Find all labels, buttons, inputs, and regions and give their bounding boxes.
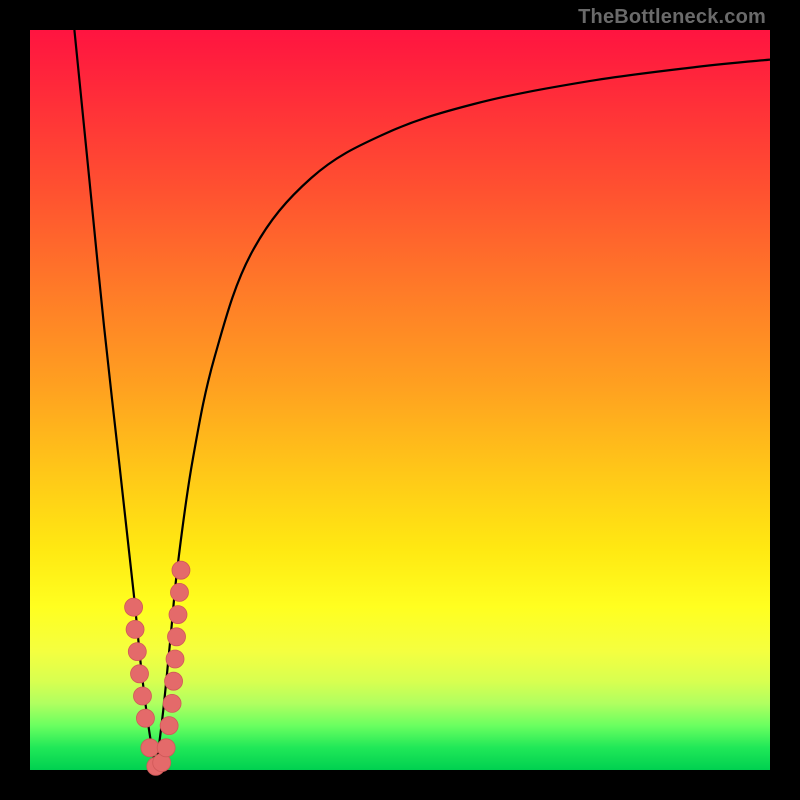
sample-marker <box>168 628 186 646</box>
sample-marker <box>136 709 154 727</box>
sample-marker <box>163 694 181 712</box>
chart-frame: TheBottleneck.com <box>0 0 800 800</box>
sample-marker <box>169 606 187 624</box>
sample-marker <box>131 665 149 683</box>
sample-marker <box>160 717 178 735</box>
chart-svg <box>30 30 770 770</box>
sample-marker <box>165 672 183 690</box>
sample-marker <box>141 739 159 757</box>
sample-marker <box>157 739 175 757</box>
sample-marker <box>170 583 188 601</box>
sample-marker <box>128 643 146 661</box>
curve-left-branch <box>74 30 155 770</box>
sample-marker <box>125 598 143 616</box>
sample-marker <box>133 687 151 705</box>
curve-right-branch <box>156 60 770 770</box>
sample-marker <box>172 561 190 579</box>
plot-area <box>30 30 770 770</box>
sample-marker <box>126 620 144 638</box>
watermark-text: TheBottleneck.com <box>578 6 766 29</box>
sample-marker <box>166 650 184 668</box>
